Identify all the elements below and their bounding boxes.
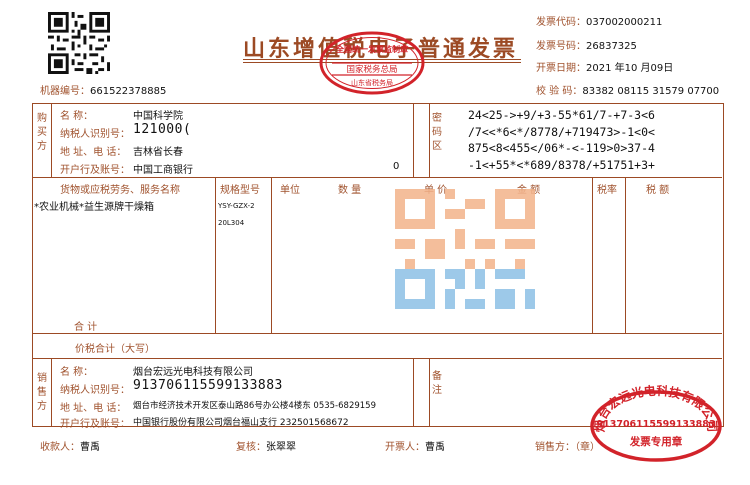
invoice-date-label: 开票日期： xyxy=(536,63,586,74)
invoice-number: 发票号码：26837325 xyxy=(536,37,637,52)
qr-code xyxy=(48,12,110,74)
cipher-code: 24<25->+9/+3-55*61/7-+7-3<6 /7<<*6<*/877… xyxy=(468,107,655,173)
stamp-bottom-text: 山东省税务局 xyxy=(351,78,393,87)
cipher-line: 875<8<455</06*-<-119>0>37-4 xyxy=(468,141,655,155)
cipher-section-label: 密码区 xyxy=(432,113,442,152)
grid-line-remarks-left xyxy=(413,358,414,426)
machine-number-label: 机器编号： xyxy=(40,86,90,97)
grid-line-buyer-label xyxy=(51,104,52,177)
stamp-middle-text: 国家税务总局 xyxy=(346,64,397,75)
grid-line-seller-label xyxy=(51,358,52,426)
grid-line-buyer-bottom xyxy=(33,177,722,178)
reviewer-label: 复核： xyxy=(236,442,266,453)
grid-line-col-unit xyxy=(271,177,272,333)
item-spec-line1: YSY-GZX-2 xyxy=(218,202,255,210)
cipher-line: -1<+55*<*689/8378/+51751+3+ xyxy=(468,157,655,172)
drawer-label: 开票人： xyxy=(385,442,425,453)
seller-section-label: 销售方 xyxy=(37,373,47,412)
seller-address: 烟台市经济技术开发区泰山路86号办公楼4楼东 0535-6829159 xyxy=(133,401,376,411)
cipher-line: 24<25->+9/+3-55*61/7-+7-3<6 xyxy=(468,108,655,122)
payee-value: 曹禹 xyxy=(80,442,100,453)
seal-tax-id: 913706115599133883 xyxy=(597,419,716,430)
grid-line-remarks-right xyxy=(429,358,430,426)
invoice-date-value: 2021 年10 月09日 xyxy=(586,63,674,74)
grid-line-col-tax xyxy=(625,177,626,333)
invoice-number-label: 发票号码： xyxy=(536,41,586,52)
seller-bank-label: 开户行及账号： xyxy=(60,419,130,430)
grid-line-cipher-left xyxy=(413,104,414,177)
buyer-name-label: 名 称： xyxy=(60,111,94,122)
buyer-section-label: 购买方 xyxy=(37,113,47,152)
subtotal-label: 合 计 xyxy=(74,322,98,333)
invoice-number-value: 26837325 xyxy=(586,41,637,52)
buyer-bank: 中国工商银行 xyxy=(133,165,193,176)
watermark-qr-icon xyxy=(395,189,535,309)
seller-tax-id: 913706115599133883 xyxy=(133,378,283,393)
seller-seal-label: 销售方：（章） xyxy=(535,442,600,453)
seller-name: 烟台宏远光电科技有限公司 xyxy=(133,367,253,378)
invoice-code-value: 037002000211 xyxy=(586,17,663,28)
header-tax-amount: 税 额 xyxy=(646,185,670,196)
grid-line-items-bottom xyxy=(33,333,722,334)
item-spec-line2: 20L304 xyxy=(218,219,245,227)
header-quantity: 数 量 xyxy=(338,185,362,196)
check-code-label: 校 验 码： xyxy=(536,86,583,97)
reviewer-value: 张翠翠 xyxy=(266,442,296,453)
header-tax-rate: 税率 xyxy=(597,185,617,196)
grid-line-total-bottom xyxy=(33,358,722,359)
buyer-address-label: 地 址、电 话： xyxy=(60,147,127,158)
grid-line-col-spec xyxy=(215,177,216,333)
payee: 收款人：曹禹 xyxy=(40,438,100,453)
invoice-code: 发票代码：037002000211 xyxy=(536,13,662,28)
invoice-seal: 烟台宏远光电科技有限公司 913706115599133883 发票专用章 xyxy=(590,383,722,462)
check-code: 校 验 码：83382 08115 31579 07700 xyxy=(536,82,719,97)
buyer-address: 吉林省长春 xyxy=(133,147,183,158)
invoice-code-label: 发票代码： xyxy=(536,17,586,28)
tax-bureau-stamp: 全国统一发票监制章 国家税务总局 山东省税务局 xyxy=(319,31,425,95)
item-name: *农业机械*益生源牌干燥箱 xyxy=(34,202,154,213)
stamp-top-text: 全国统一发票监制章 xyxy=(335,44,408,54)
invoice-date: 开票日期：2021 年10 月09日 xyxy=(536,59,673,74)
drawer: 开票人：曹禹 xyxy=(385,438,445,453)
grid-line-cipher-right xyxy=(429,104,430,177)
seller-address-label: 地 址、电 话： xyxy=(60,403,127,414)
check-code-value: 83382 08115 31579 07700 xyxy=(582,86,720,97)
header-unit: 单位 xyxy=(280,185,300,196)
machine-number-value: 661522378885 xyxy=(90,86,167,97)
remarks-section-label: 备注 xyxy=(432,371,442,396)
header-item-name: 货物或应税劳务、服务名称 xyxy=(60,185,180,196)
buyer-tax-id: 121000( xyxy=(133,122,192,137)
header-spec: 规格型号 xyxy=(220,185,260,196)
reviewer: 复核：张翠翠 xyxy=(236,438,296,453)
seller-name-label: 名 称： xyxy=(60,367,94,378)
seller-tax-label: 纳税人识别号： xyxy=(60,385,130,396)
total-amount-label: 价税合计（大写） xyxy=(75,344,155,355)
seal-type: 发票专用章 xyxy=(629,435,683,448)
buyer-bank-tail: 0 xyxy=(393,161,400,172)
buyer-name: 中国科学院 xyxy=(133,111,183,122)
buyer-bank-label: 开户行及账号： xyxy=(60,165,130,176)
buyer-tax-label: 纳税人识别号： xyxy=(60,129,130,140)
seller-bank: 中国银行股份有限公司烟台福山支行 232501568672 xyxy=(133,418,349,428)
cipher-line: /7<<*6<*/8778/+719473>-1<0< xyxy=(468,124,655,139)
payee-label: 收款人： xyxy=(40,442,80,453)
grid-line-col-rate xyxy=(592,177,593,333)
drawer-value: 曹禹 xyxy=(425,442,445,453)
machine-number: 机器编号：661522378885 xyxy=(40,82,166,97)
